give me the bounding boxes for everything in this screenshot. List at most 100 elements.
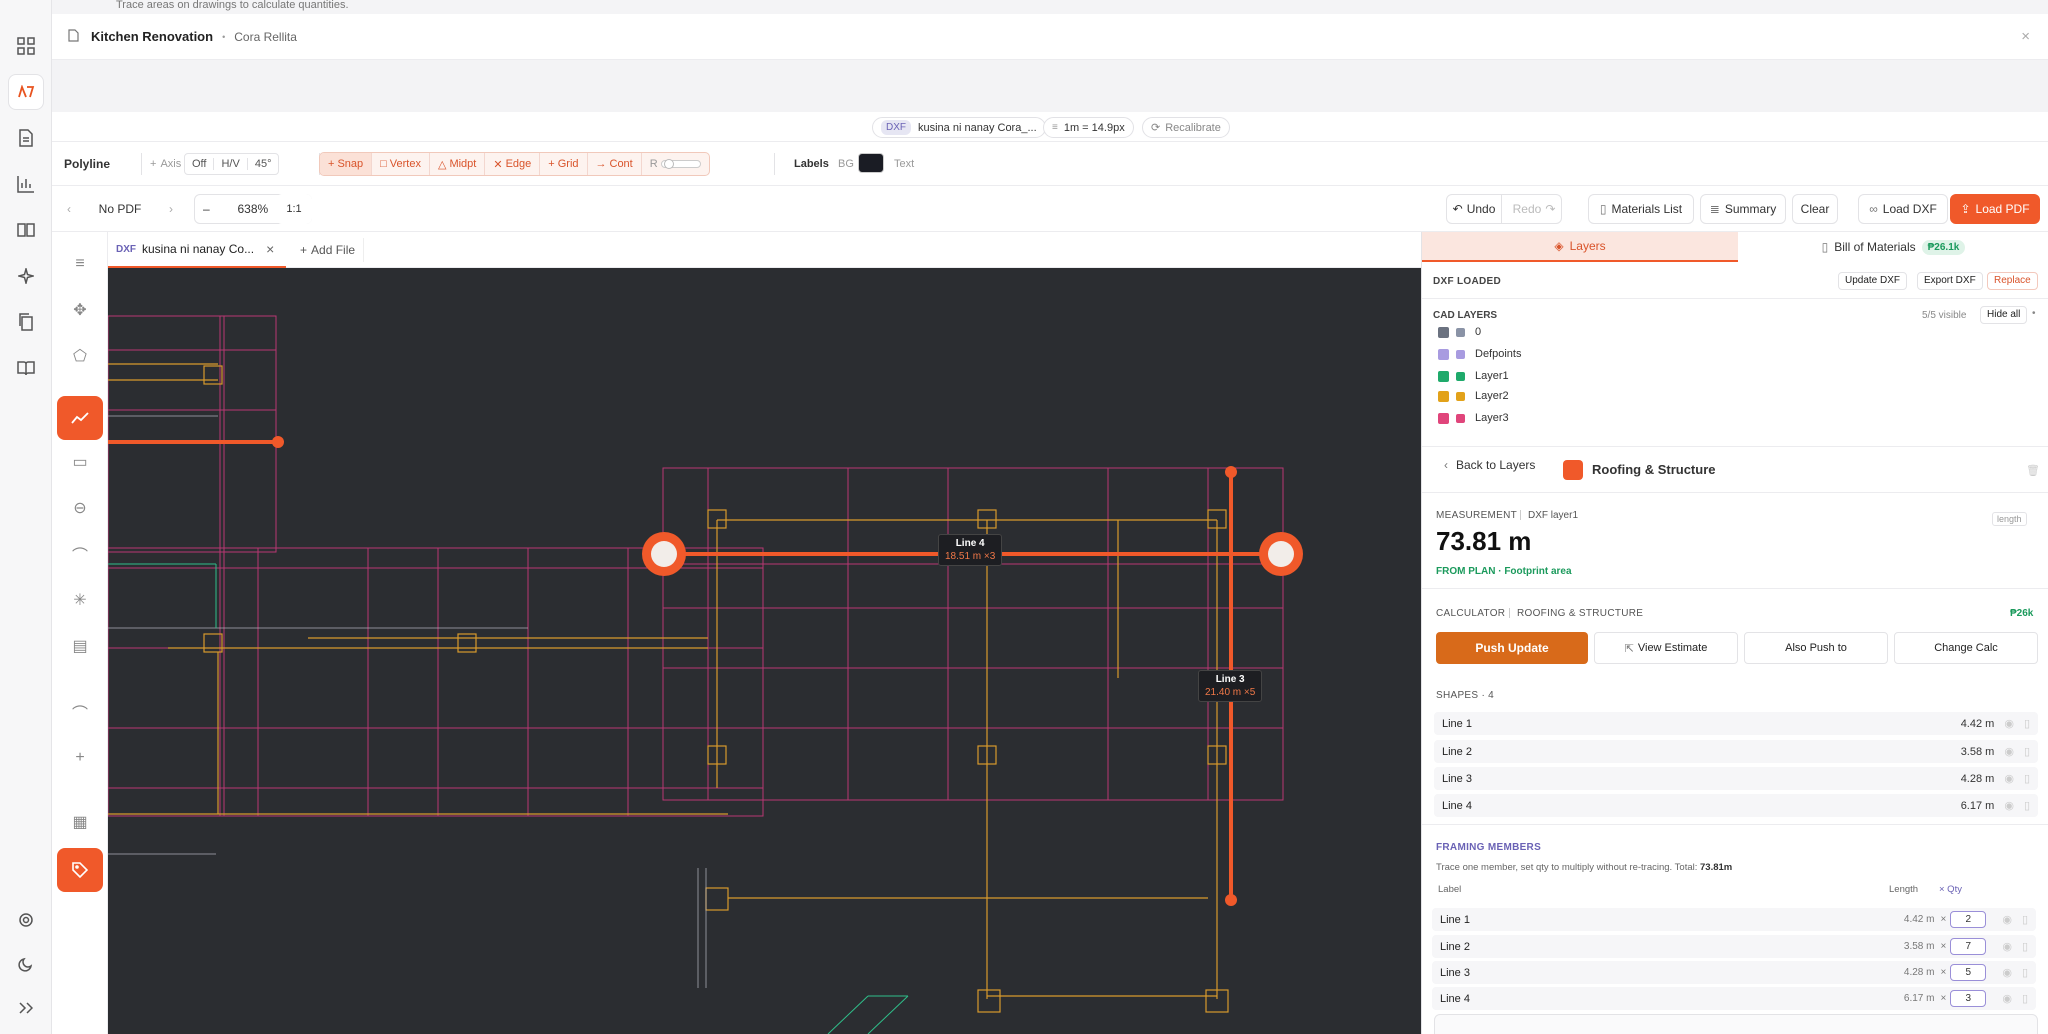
change-calc-button[interactable]: Change Calc (1894, 632, 2038, 664)
axis-45[interactable]: 45° (246, 158, 279, 170)
visibility-eye-icon[interactable]: ◉ (2004, 772, 2014, 785)
replace-button[interactable]: Replace (1987, 272, 2038, 290)
apps-grid-icon[interactable] (8, 28, 44, 64)
tool-mode[interactable]: Polyline (64, 153, 110, 175)
member-row[interactable]: Line 3 4.28 m × 5 ◉ ▯ (1432, 961, 2036, 984)
load-pdf-button[interactable]: ⇪ Load PDF (1950, 194, 2040, 224)
shape-row[interactable]: Line 3 4.28 m ◉ ▯ (1434, 767, 2038, 790)
bg-color-swatch[interactable] (858, 153, 884, 173)
expand-chevrons-icon[interactable] (8, 990, 44, 1026)
tag-tool-icon[interactable] (57, 848, 103, 892)
back-to-layers-button[interactable]: ‹ Back to Layers (1444, 458, 1535, 472)
layer-checkbox[interactable] (1438, 390, 1449, 402)
pan-move-icon[interactable]: ✥ (57, 288, 103, 332)
polygon-tool-icon[interactable]: ⬠ (57, 334, 103, 378)
r-slider[interactable]: R (642, 153, 709, 175)
view-estimate-button[interactable]: ⇱ View Estimate (1594, 632, 1738, 664)
delete-trash-icon[interactable]: ▯ (2022, 913, 2028, 926)
copy-icon[interactable] (8, 304, 44, 340)
visibility-eye-icon[interactable]: ◉ (2002, 992, 2012, 1005)
line3-label[interactable]: Line 3 21.40 m ×5 (1198, 670, 1263, 702)
add-file-button[interactable]: + Add File (292, 238, 365, 262)
point-tool-icon[interactable]: ✳ (57, 578, 103, 622)
document-icon[interactable] (8, 120, 44, 156)
axis-off[interactable]: Off (185, 158, 213, 170)
layers-grid-icon[interactable]: ▦ (57, 800, 103, 844)
delete-trash-icon[interactable]: ▯ (2024, 717, 2030, 730)
text-label[interactable]: Text (894, 153, 914, 175)
visibility-eye-icon[interactable]: ◉ (2002, 913, 2012, 926)
curve-tool-icon[interactable]: ⌒ (57, 690, 103, 734)
file-pill[interactable]: DXF kusina ni nanay Cora_... (872, 117, 1046, 138)
grid-snap[interactable]: + Grid (540, 153, 588, 175)
delete-trash-icon[interactable]: ▯ (2022, 940, 2028, 953)
zoom-reset-button[interactable]: 1:1 (276, 194, 312, 224)
layer-checkbox[interactable] (1438, 370, 1449, 382)
layer-checkbox[interactable] (1438, 412, 1449, 424)
layer-row[interactable]: Layer3 (1438, 406, 2028, 430)
member-row[interactable]: Line 1 4.42 m × 2 ◉ ▯ (1432, 908, 2036, 931)
continue-snap[interactable]: → Cont (588, 153, 642, 175)
edge-snap[interactable]: ✕ Edge (485, 153, 541, 175)
chart-icon[interactable] (8, 166, 44, 202)
moon-icon[interactable] (8, 946, 44, 982)
close-icon[interactable]: × (2021, 28, 2030, 45)
member-row[interactable]: Line 4 6.17 m × 3 ◉ ▯ (1432, 987, 2036, 1010)
circle-minus-tool-icon[interactable]: ⊖ (57, 486, 103, 530)
undo-button[interactable]: ↶ Undo (1447, 195, 1502, 223)
member-qty-input[interactable]: 7 (1950, 938, 1987, 955)
recalibrate-button[interactable]: ⟳ Recalibrate (1142, 117, 1230, 138)
more-dot-icon[interactable]: • (2032, 308, 2036, 319)
arc-tool-icon[interactable]: ⌒ (57, 532, 103, 576)
delete-trash-icon[interactable]: ▯ (2024, 772, 2030, 785)
load-dxf-button[interactable]: ∞ Load DXF (1858, 194, 1948, 224)
visibility-eye-icon[interactable]: ◉ (2004, 717, 2014, 730)
tab-bill-of-materials[interactable]: ▯ Bill of Materials ₱26.1k (1738, 232, 2048, 262)
vertex-snap[interactable]: □ Vertex (372, 153, 430, 175)
shape-row[interactable]: Line 4 6.17 m ◉ ▯ (1434, 794, 2038, 817)
sparkle-icon[interactable] (8, 258, 44, 294)
book-icon[interactable] (8, 350, 44, 386)
visibility-eye-icon[interactable]: ◉ (2002, 940, 2012, 953)
layer-checkbox[interactable] (1438, 326, 1449, 338)
file-tab-active[interactable]: DXF kusina ni nanay Co... × (108, 232, 286, 268)
layer-row[interactable]: Layer2 (1438, 384, 2028, 408)
polyline-tool-icon[interactable] (57, 396, 103, 440)
scale-pill[interactable]: ≡ 1m = 14.9px (1043, 117, 1134, 138)
axis-hv[interactable]: H/V (213, 158, 246, 170)
tab-close-icon[interactable]: × (266, 241, 274, 257)
member-row[interactable]: Line 2 3.58 m × 7 ◉ ▯ (1432, 935, 2036, 958)
zoom-out-button[interactable]: – (203, 202, 210, 216)
member-qty-input[interactable]: 2 (1950, 911, 1987, 928)
layer-checkbox[interactable] (1438, 348, 1449, 360)
delete-trash-icon[interactable]: ▯ (2022, 966, 2028, 979)
drawing-canvas[interactable]: Line 4 18.51 m ×3 Line 3 21.40 m ×5 (108, 268, 1421, 1034)
also-push-button[interactable]: Also Push to (1744, 632, 1888, 664)
summary-button[interactable]: ≣ Summary (1700, 194, 1786, 224)
export-dxf-button[interactable]: Export DXF (1917, 272, 1983, 290)
visibility-eye-icon[interactable]: ◉ (2004, 799, 2014, 812)
clear-button[interactable]: Clear (1792, 194, 1838, 224)
snap-toggle[interactable]: + Snap (320, 153, 373, 175)
delete-trash-icon[interactable]: ▯ (2024, 799, 2030, 812)
settings-gear-icon[interactable] (8, 902, 44, 938)
menu-lines-icon[interactable]: ≡ (57, 242, 103, 286)
shape-row[interactable]: Line 2 3.58 m ◉ ▯ (1434, 740, 2038, 763)
delete-trash-icon[interactable]: ▯ (2022, 992, 2028, 1005)
trash-icon[interactable]: 🗑 (2026, 464, 2040, 477)
member-qty-input[interactable]: 3 (1950, 990, 1987, 1007)
layer-row[interactable]: Defpoints (1438, 342, 2028, 366)
visibility-eye-icon[interactable]: ◉ (2004, 745, 2014, 758)
columns-icon[interactable] (8, 212, 44, 248)
update-dxf-button[interactable]: Update DXF (1838, 272, 1908, 290)
add-tool-icon[interactable]: + (57, 736, 103, 780)
midpoint-snap[interactable]: △ Midpt (430, 153, 486, 175)
visibility-eye-icon[interactable]: ◉ (2002, 966, 2012, 979)
r-track[interactable] (660, 159, 701, 169)
shape-row[interactable]: Line 1 4.42 m ◉ ▯ (1434, 712, 2038, 735)
rectangle-tool-icon[interactable]: ▭ (57, 440, 103, 484)
tab-layers[interactable]: ◈ Layers (1422, 232, 1738, 262)
materials-list-button[interactable]: ▯ Materials List (1588, 194, 1694, 224)
push-update-button[interactable]: Push Update (1436, 632, 1588, 664)
delete-trash-icon[interactable]: ▯ (2024, 745, 2030, 758)
